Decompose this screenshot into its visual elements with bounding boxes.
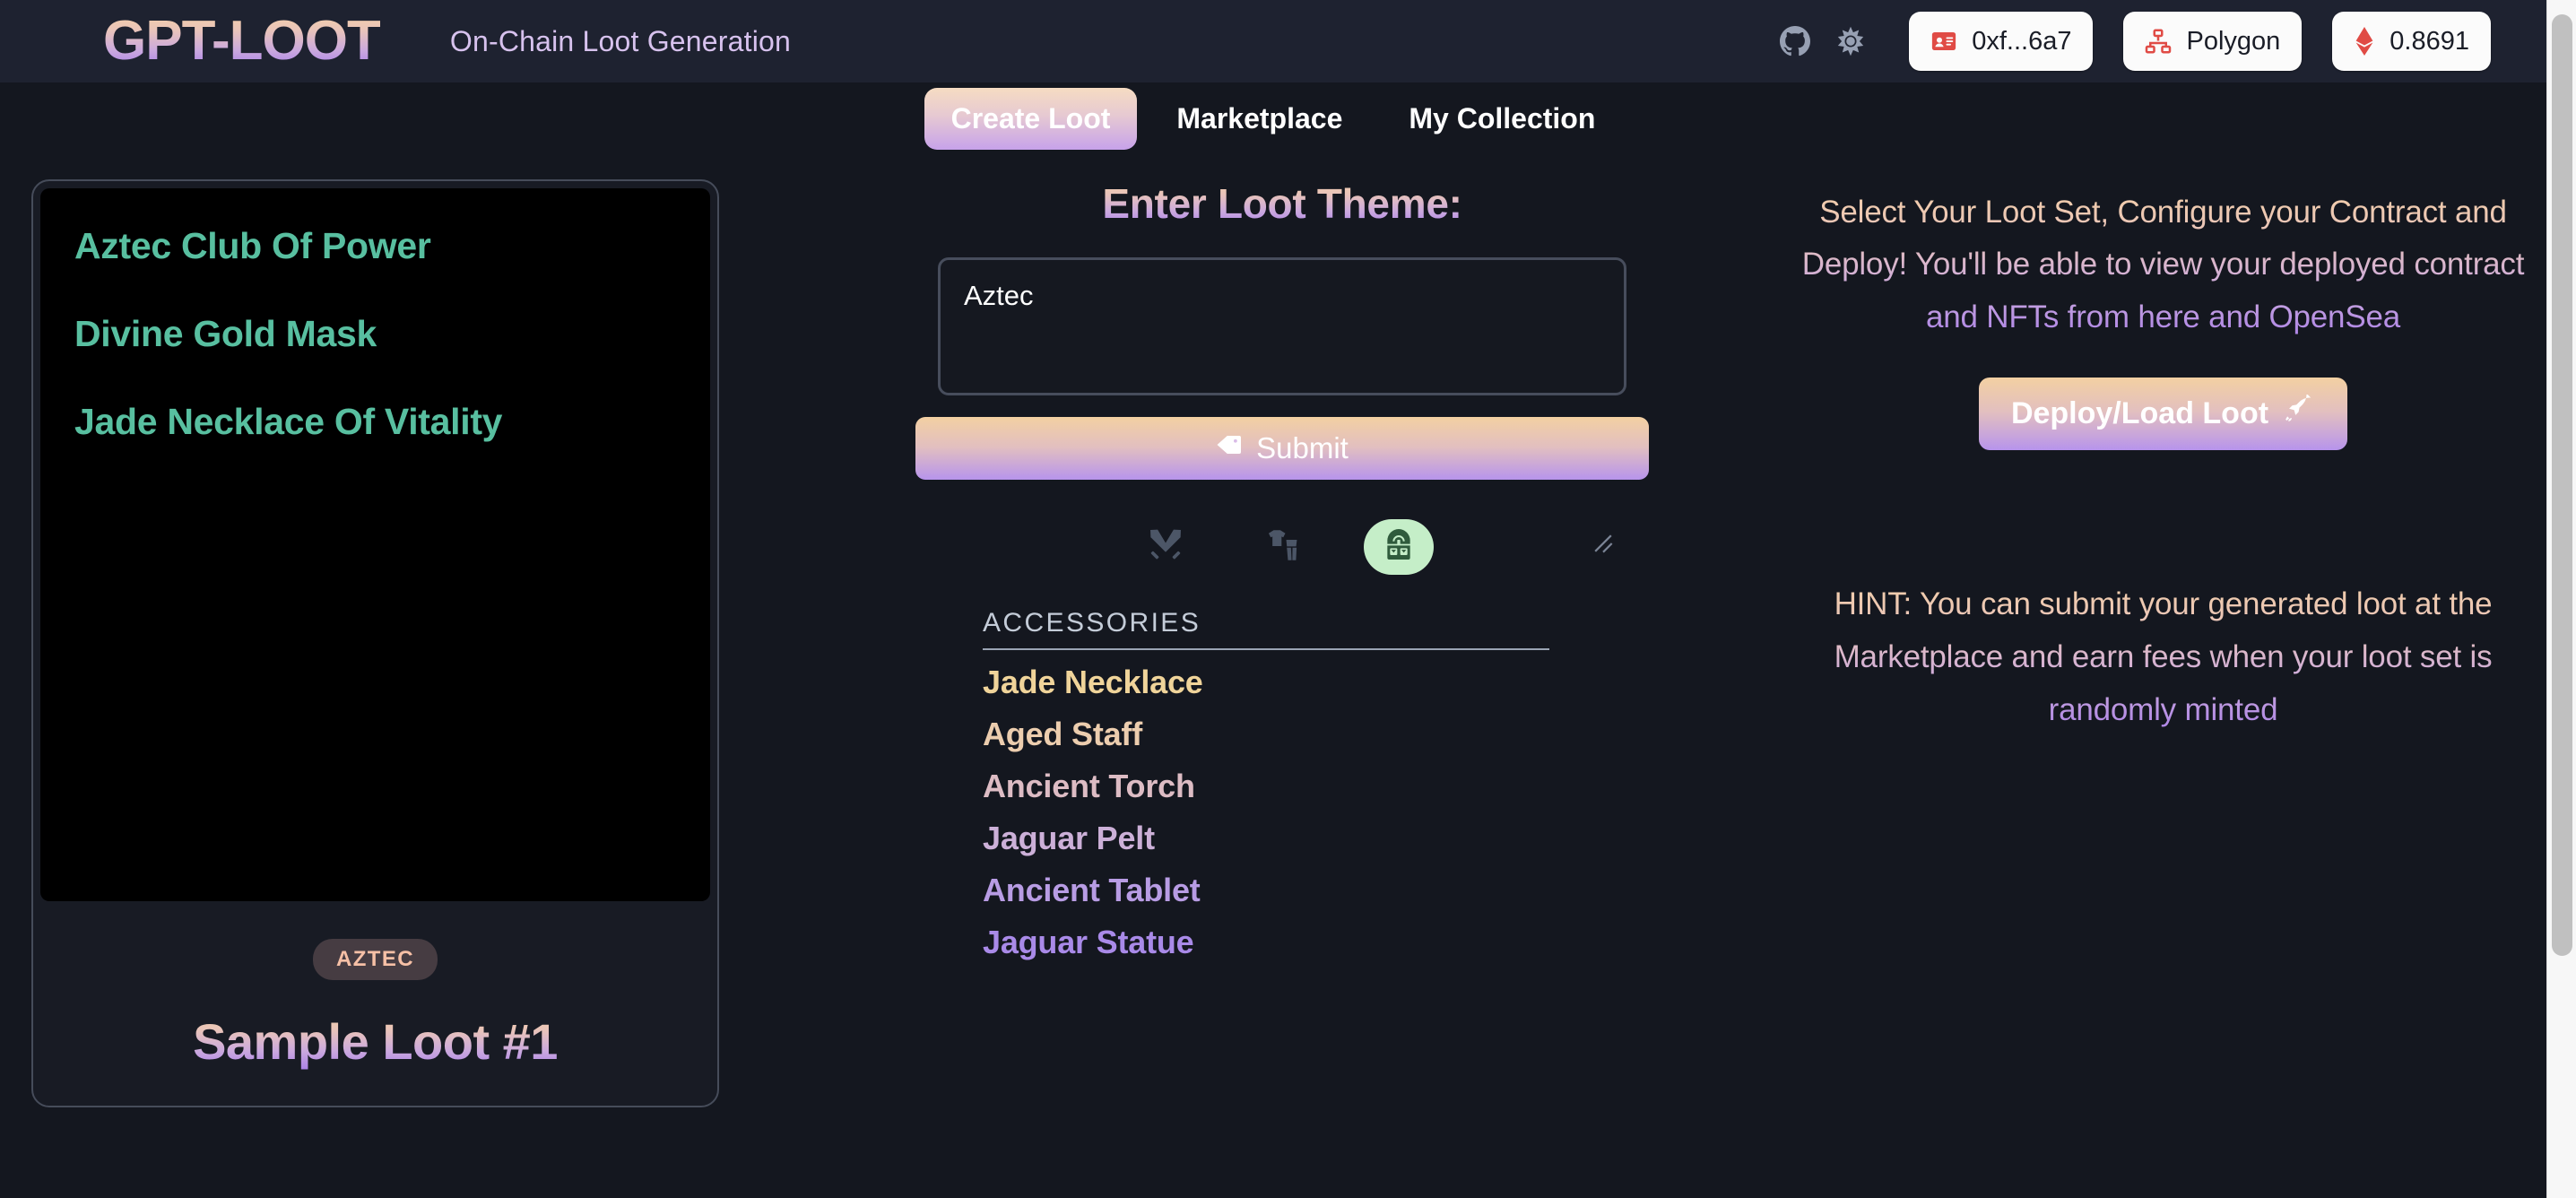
ethereum-diamond-icon xyxy=(2354,27,2375,56)
submit-label: Submit xyxy=(1256,431,1349,464)
category-accessories[interactable] xyxy=(1364,519,1434,575)
accessory-item[interactable]: Ancient Torch xyxy=(983,767,1549,806)
main-content: Aztec Club Of Power Divine Gold Mask Jad… xyxy=(0,170,2546,1198)
category-weapons[interactable] xyxy=(1131,519,1201,575)
theme-badge: AZTEC xyxy=(313,939,438,980)
accessory-item[interactable]: Jaguar Pelt xyxy=(983,819,1549,858)
scrollbar-thumb[interactable] xyxy=(2552,14,2572,956)
loot-svg-canvas: Aztec Club Of Power Divine Gold Mask Jad… xyxy=(40,188,710,901)
accessories-heading: ACCESSORIES xyxy=(983,608,1201,638)
textarea-resize-handle[interactable] xyxy=(1593,534,1613,553)
accessories-divider xyxy=(983,648,1549,650)
tab-create-loot[interactable]: Create Loot xyxy=(924,87,1138,150)
app-logo: GPT-LOOT xyxy=(103,10,381,72)
enter-theme-label: Enter Loot Theme: xyxy=(1102,180,1462,227)
header-actions: 0xf...6a7 Polygon 0.8691 xyxy=(1767,12,2491,71)
accessory-item[interactable]: Jade Necklace xyxy=(983,663,1549,702)
accessory-item[interactable]: Aged Staff xyxy=(983,715,1549,754)
balance-button[interactable]: 0.8691 xyxy=(2332,12,2491,71)
loot-preview-card[interactable]: Aztec Club Of Power Divine Gold Mask Jad… xyxy=(31,179,719,1107)
wallet-address-button[interactable]: 0xf...6a7 xyxy=(1909,12,2094,71)
deploy-panel: Select Your Loot Set, Configure your Con… xyxy=(1780,170,2546,737)
loot-item: Aztec Club Of Power xyxy=(74,225,431,266)
loot-theme-input[interactable] xyxy=(938,257,1626,395)
category-clothing[interactable] xyxy=(1247,519,1317,575)
network-button[interactable]: Polygon xyxy=(2123,12,2303,71)
category-selector xyxy=(1131,519,1434,575)
loot-card-footer: AZTEC Sample Loot #1 xyxy=(33,901,717,1106)
main-tabs: Create Loot Marketplace My Collection xyxy=(0,85,2546,152)
app-tagline: On-Chain Loot Generation xyxy=(449,24,792,57)
network-sitemap-icon xyxy=(2145,28,2172,55)
page-scrollbar[interactable] xyxy=(2546,0,2576,1198)
github-icon[interactable] xyxy=(1767,13,1823,69)
id-card-icon xyxy=(1930,28,1957,55)
hint-text: HINT: You can submit your generated loot… xyxy=(1796,578,2531,736)
app-header: GPT-LOOT On-Chain Loot Generation 0xf...… xyxy=(0,0,2546,82)
deploy-button-label: Deploy/Load Loot xyxy=(2010,396,2269,431)
sun-icon[interactable] xyxy=(1823,13,1878,69)
crossed-swords-icon xyxy=(1147,526,1184,569)
clothes-icon xyxy=(1263,526,1301,569)
network-label: Polygon xyxy=(2186,26,2281,56)
submit-button[interactable]: Submit xyxy=(915,417,1649,480)
deploy-load-loot-button[interactable]: Deploy/Load Loot xyxy=(1978,378,2348,451)
balance-label: 0.8691 xyxy=(2390,26,2469,56)
tab-marketplace[interactable]: Marketplace xyxy=(1149,88,1369,150)
deploy-description: Select Your Loot Set, Configure your Con… xyxy=(1791,187,2536,343)
rocket-icon xyxy=(2285,393,2315,433)
loot-item: Divine Gold Mask xyxy=(74,313,377,354)
tag-icon xyxy=(1216,431,1243,465)
tab-my-collection[interactable]: My Collection xyxy=(1382,88,1622,150)
accessory-item[interactable]: Ancient Tablet xyxy=(983,871,1549,910)
backpack-icon xyxy=(1381,527,1417,568)
accessories-section: ACCESSORIES Jade Necklace Aged Staff Anc… xyxy=(983,608,1549,961)
create-loot-panel: Enter Loot Theme: Submit xyxy=(901,170,1663,961)
loot-item: Jade Necklace Of Vitality xyxy=(74,401,503,442)
wallet-address-label: 0xf...6a7 xyxy=(1972,26,2072,56)
accessory-item[interactable]: Jaguar Statue xyxy=(983,923,1549,962)
loot-card-title: Sample Loot #1 xyxy=(193,1013,558,1070)
